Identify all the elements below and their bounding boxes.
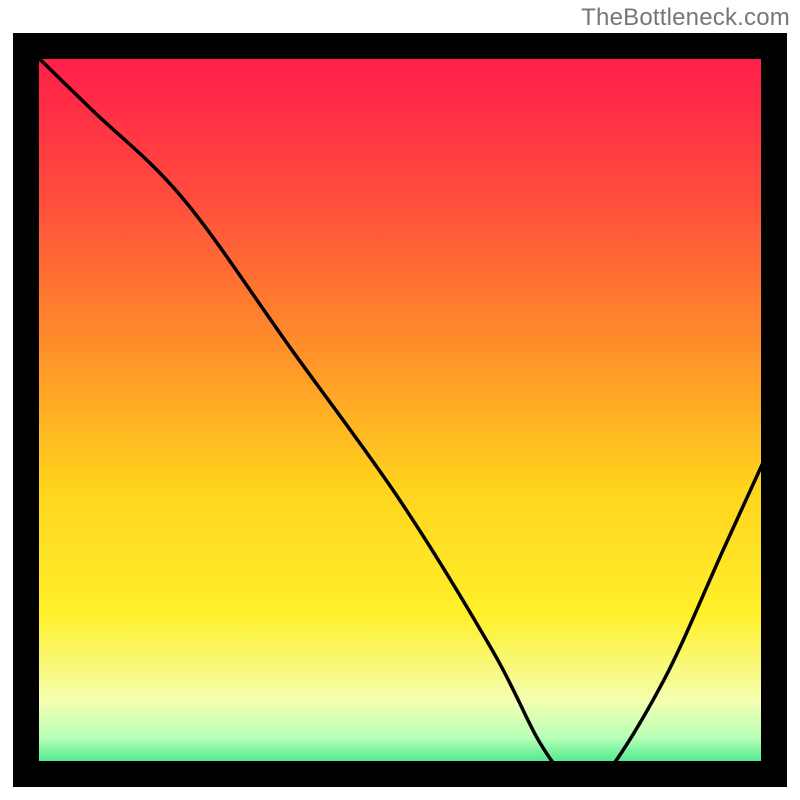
bottleneck-chart [0,0,800,800]
chart-container: TheBottleneck.com [0,0,800,800]
gradient-background [26,46,774,774]
watermark-text: TheBottleneck.com [581,4,790,32]
